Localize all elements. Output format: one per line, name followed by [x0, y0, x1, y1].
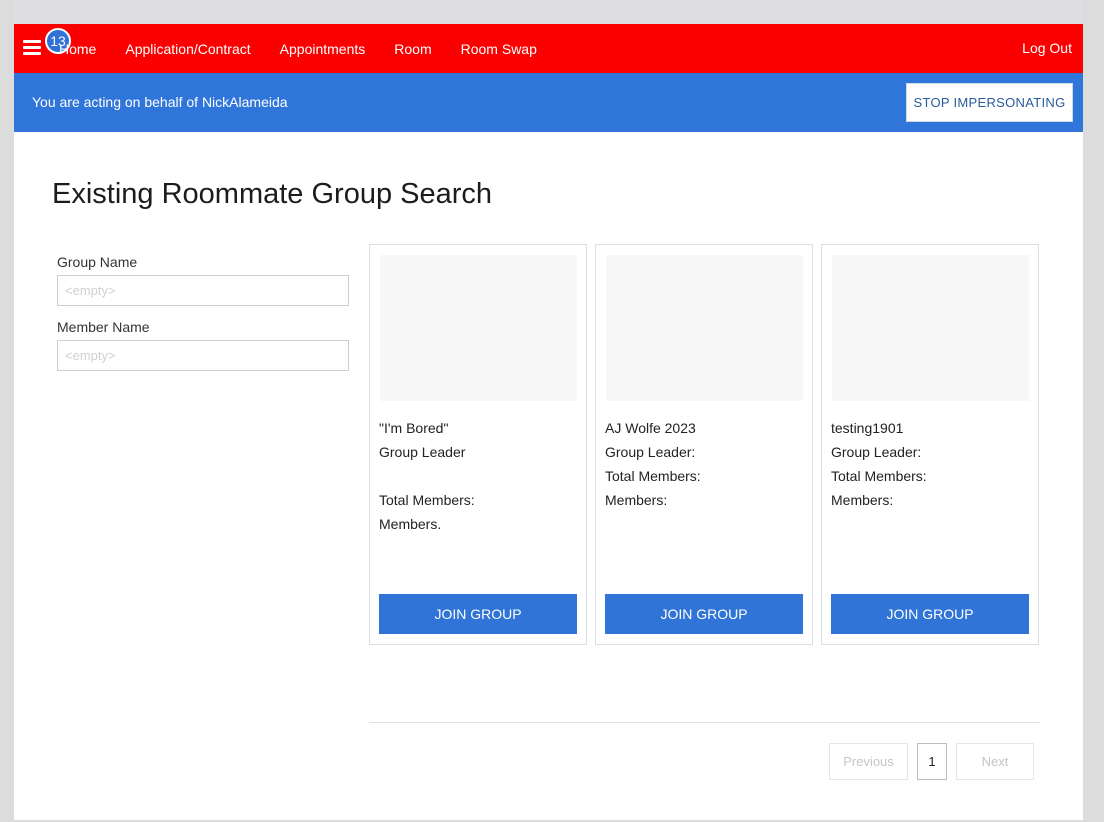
group-image-placeholder [832, 255, 1029, 401]
stop-impersonating-button[interactable]: STOP IMPERSONATING [906, 83, 1073, 122]
nav-room[interactable]: Room [394, 41, 431, 57]
members-label: Members: [605, 492, 668, 508]
group-image-placeholder [606, 255, 803, 401]
join-group-button[interactable]: JOIN GROUP [605, 594, 803, 634]
group-leader-label: Group Leader: [605, 444, 696, 460]
nav-home[interactable]: Home [59, 41, 96, 57]
group-info: testing1901 Group Leader: Total Members:… [831, 417, 927, 513]
results-divider [369, 722, 1040, 723]
page-title: Existing Roommate Group Search [52, 178, 493, 210]
total-members-label: Total Members: [605, 468, 701, 484]
group-leader-label: Group Leader: [831, 444, 922, 460]
total-members-label: Total Members: [831, 468, 927, 484]
top-strip [14, 0, 1083, 24]
join-group-button[interactable]: JOIN GROUP [831, 594, 1029, 634]
impersonation-message: You are acting on behalf of NickAlameida [32, 94, 288, 110]
join-group-button[interactable]: JOIN GROUP [379, 594, 577, 634]
group-image-placeholder [380, 255, 577, 401]
nav-appointments[interactable]: Appointments [280, 41, 366, 57]
member-name-label: Member Name [57, 319, 150, 335]
logout-link[interactable]: Log Out [1022, 24, 1072, 73]
members-label: Members. [379, 516, 442, 532]
nav-links: Home Application/Contract Appointments R… [59, 24, 566, 73]
top-navbar: 13 Home Application/Contract Appointment… [14, 24, 1083, 73]
nav-application-contract[interactable]: Application/Contract [125, 41, 250, 57]
impersonation-bar: You are acting on behalf of NickAlameida… [14, 73, 1083, 132]
group-info: AJ Wolfe 2023 Group Leader: Total Member… [605, 417, 701, 513]
next-page-button[interactable]: Next [956, 743, 1034, 780]
group-leader-label: Group Leader [379, 444, 466, 460]
total-members-label: Total Members: [379, 492, 475, 508]
members-label: Members: [831, 492, 894, 508]
group-name: AJ Wolfe 2023 [605, 420, 696, 436]
group-card: testing1901 Group Leader: Total Members:… [821, 244, 1039, 645]
previous-page-button[interactable]: Previous [829, 743, 908, 780]
group-name-label: Group Name [57, 254, 138, 270]
page-1-button[interactable]: 1 [917, 743, 947, 780]
group-name: "I'm Bored" [379, 420, 449, 436]
group-name-input[interactable] [57, 275, 349, 306]
hamburger-menu-icon[interactable]: 13 [23, 28, 71, 56]
nav-room-swap[interactable]: Room Swap [461, 41, 537, 57]
group-card: "I'm Bored" Group Leader Total Members: … [369, 244, 587, 645]
group-info: "I'm Bored" Group Leader Total Members: … [379, 417, 475, 537]
group-card: AJ Wolfe 2023 Group Leader: Total Member… [595, 244, 813, 645]
group-name: testing1901 [831, 420, 904, 436]
search-filters: Group Name Member Name [57, 254, 349, 384]
app-frame: 13 Home Application/Contract Appointment… [14, 0, 1083, 820]
member-name-input[interactable] [57, 340, 349, 371]
